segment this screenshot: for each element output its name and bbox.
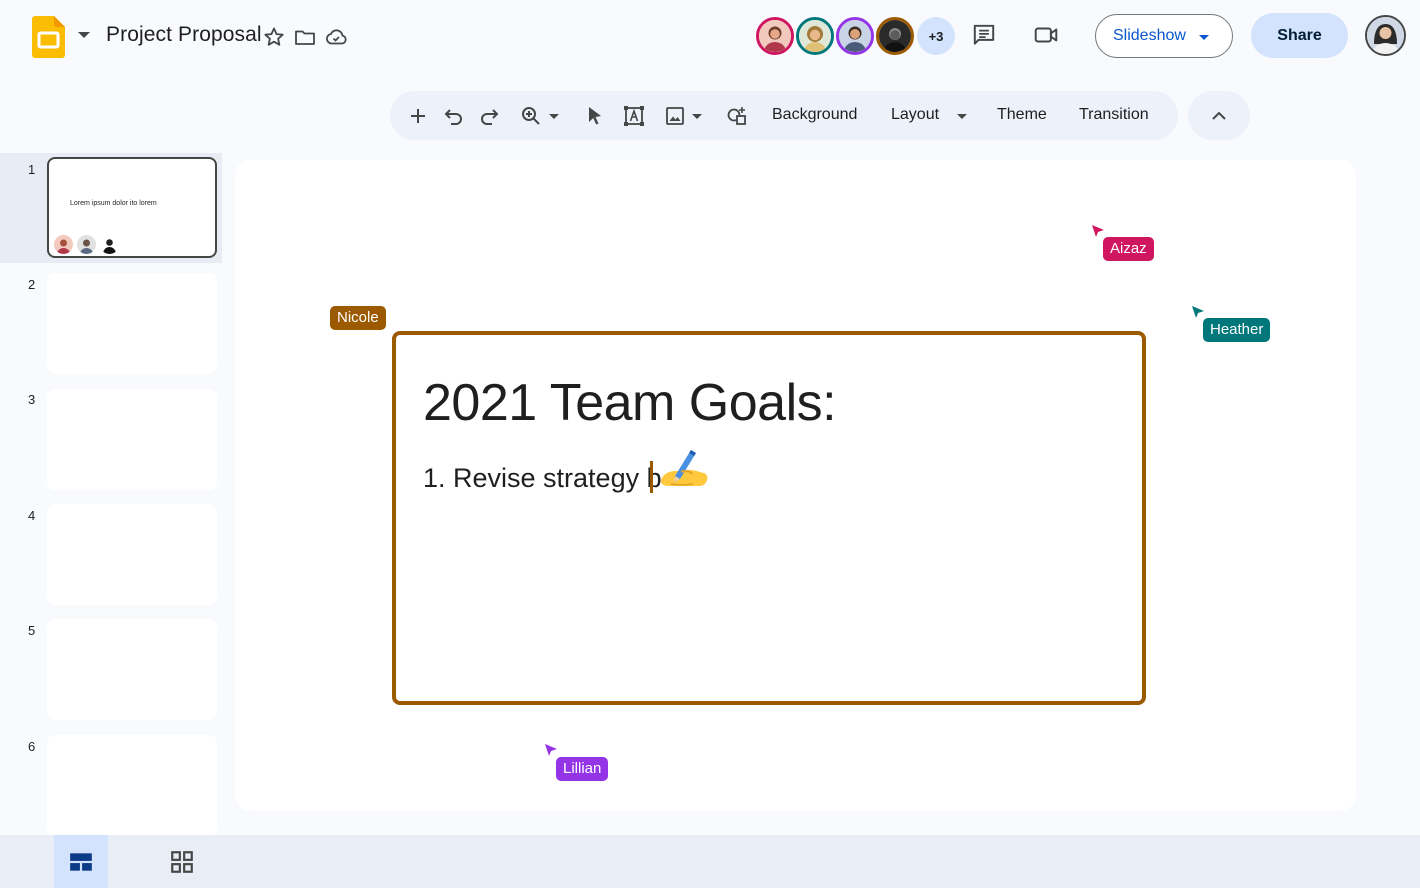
slideshow-button[interactable]: Slideshow xyxy=(1095,14,1233,58)
new-slide-icon[interactable] xyxy=(406,104,430,128)
thumbnail-text: Lorem ipsum dolor ito lorem xyxy=(70,200,157,207)
undo-icon[interactable] xyxy=(442,104,466,128)
avatar xyxy=(77,235,96,254)
layout-caret-icon[interactable] xyxy=(957,114,967,119)
grid-view-icon[interactable] xyxy=(155,835,209,888)
profile-avatar[interactable] xyxy=(1365,15,1406,56)
collaborator-cursor-label: Heather xyxy=(1203,318,1271,342)
doc-menu-caret[interactable] xyxy=(78,32,90,38)
collaborator-cursor-label: Aizaz xyxy=(1103,237,1154,261)
slide-number: 5 xyxy=(28,623,36,638)
theme-button[interactable]: Theme xyxy=(997,106,1047,124)
avatar xyxy=(100,235,119,254)
slide-number: 2 xyxy=(28,277,36,292)
slide-thumbnail-6[interactable] xyxy=(47,735,217,835)
background-button[interactable]: Background xyxy=(772,106,857,124)
star-icon[interactable] xyxy=(262,25,286,49)
slideshow-caret-icon[interactable] xyxy=(1199,35,1209,40)
collaborator-cursor-label: Lillian xyxy=(556,757,609,781)
avatar[interactable] xyxy=(756,17,794,55)
slide-title[interactable]: 2021 Team Goals: xyxy=(423,373,837,433)
select-icon[interactable] xyxy=(583,104,607,128)
slide-thumbnail-1[interactable]: Lorem ipsum dolor ito lorem xyxy=(47,157,217,258)
chevron-up-icon[interactable] xyxy=(1188,91,1250,140)
text-caret xyxy=(650,461,653,493)
google-slides-logo-icon[interactable] xyxy=(32,16,65,58)
transition-button[interactable]: Transition xyxy=(1079,106,1149,124)
image-icon[interactable] xyxy=(663,104,687,128)
share-button[interactable]: Share xyxy=(1251,13,1348,58)
image-caret-icon[interactable] xyxy=(692,114,702,119)
collaborator-cursor-label: Nicole xyxy=(330,306,386,330)
slide-number: 3 xyxy=(28,392,36,407)
slide-thumbnail-5[interactable] xyxy=(47,619,217,720)
avatar[interactable] xyxy=(796,17,834,55)
avatar[interactable] xyxy=(876,17,914,55)
cloud-saved-icon[interactable] xyxy=(324,25,348,49)
cursor-pointer-icon xyxy=(1092,225,1104,237)
slide-number: 6 xyxy=(28,739,36,754)
shapes-icon[interactable] xyxy=(725,104,749,128)
video-camera-icon[interactable] xyxy=(1026,15,1066,55)
zoom-caret-icon[interactable] xyxy=(549,114,559,119)
filmstrip-view-icon[interactable] xyxy=(54,835,108,888)
document-title[interactable]: Project Proposal xyxy=(106,23,262,47)
slide-bullet-1[interactable]: 1. Revise strategy b xyxy=(423,463,662,494)
slide-thumbnail-2[interactable] xyxy=(47,273,217,374)
bottom-bar xyxy=(0,835,1420,888)
slideshow-label: Slideshow xyxy=(1113,27,1186,44)
slide-filmstrip: 1 Lorem ipsum dolor ito lorem 2 3 4 5 6 xyxy=(0,153,222,835)
move-folder-icon[interactable] xyxy=(293,25,317,49)
slide-number: 1 xyxy=(28,162,36,177)
slide-thumbnail-3[interactable] xyxy=(47,389,217,490)
cursor-pointer-icon xyxy=(545,744,557,756)
layout-button[interactable]: Layout xyxy=(891,106,939,124)
toolbar: Background Layout Theme Transition xyxy=(390,91,1178,140)
comments-icon[interactable] xyxy=(964,15,1004,55)
avatar[interactable] xyxy=(836,17,874,55)
slide-thumbnail-4[interactable] xyxy=(47,504,217,605)
avatar xyxy=(54,235,73,254)
cursor-pointer-icon xyxy=(1192,306,1204,318)
slide-number: 4 xyxy=(28,508,36,523)
writing-hand-icon xyxy=(657,446,711,494)
more-collaborators-badge[interactable]: +3 xyxy=(917,17,955,55)
text-box-icon[interactable] xyxy=(622,104,646,128)
zoom-icon[interactable] xyxy=(519,104,543,128)
redo-icon[interactable] xyxy=(477,104,501,128)
